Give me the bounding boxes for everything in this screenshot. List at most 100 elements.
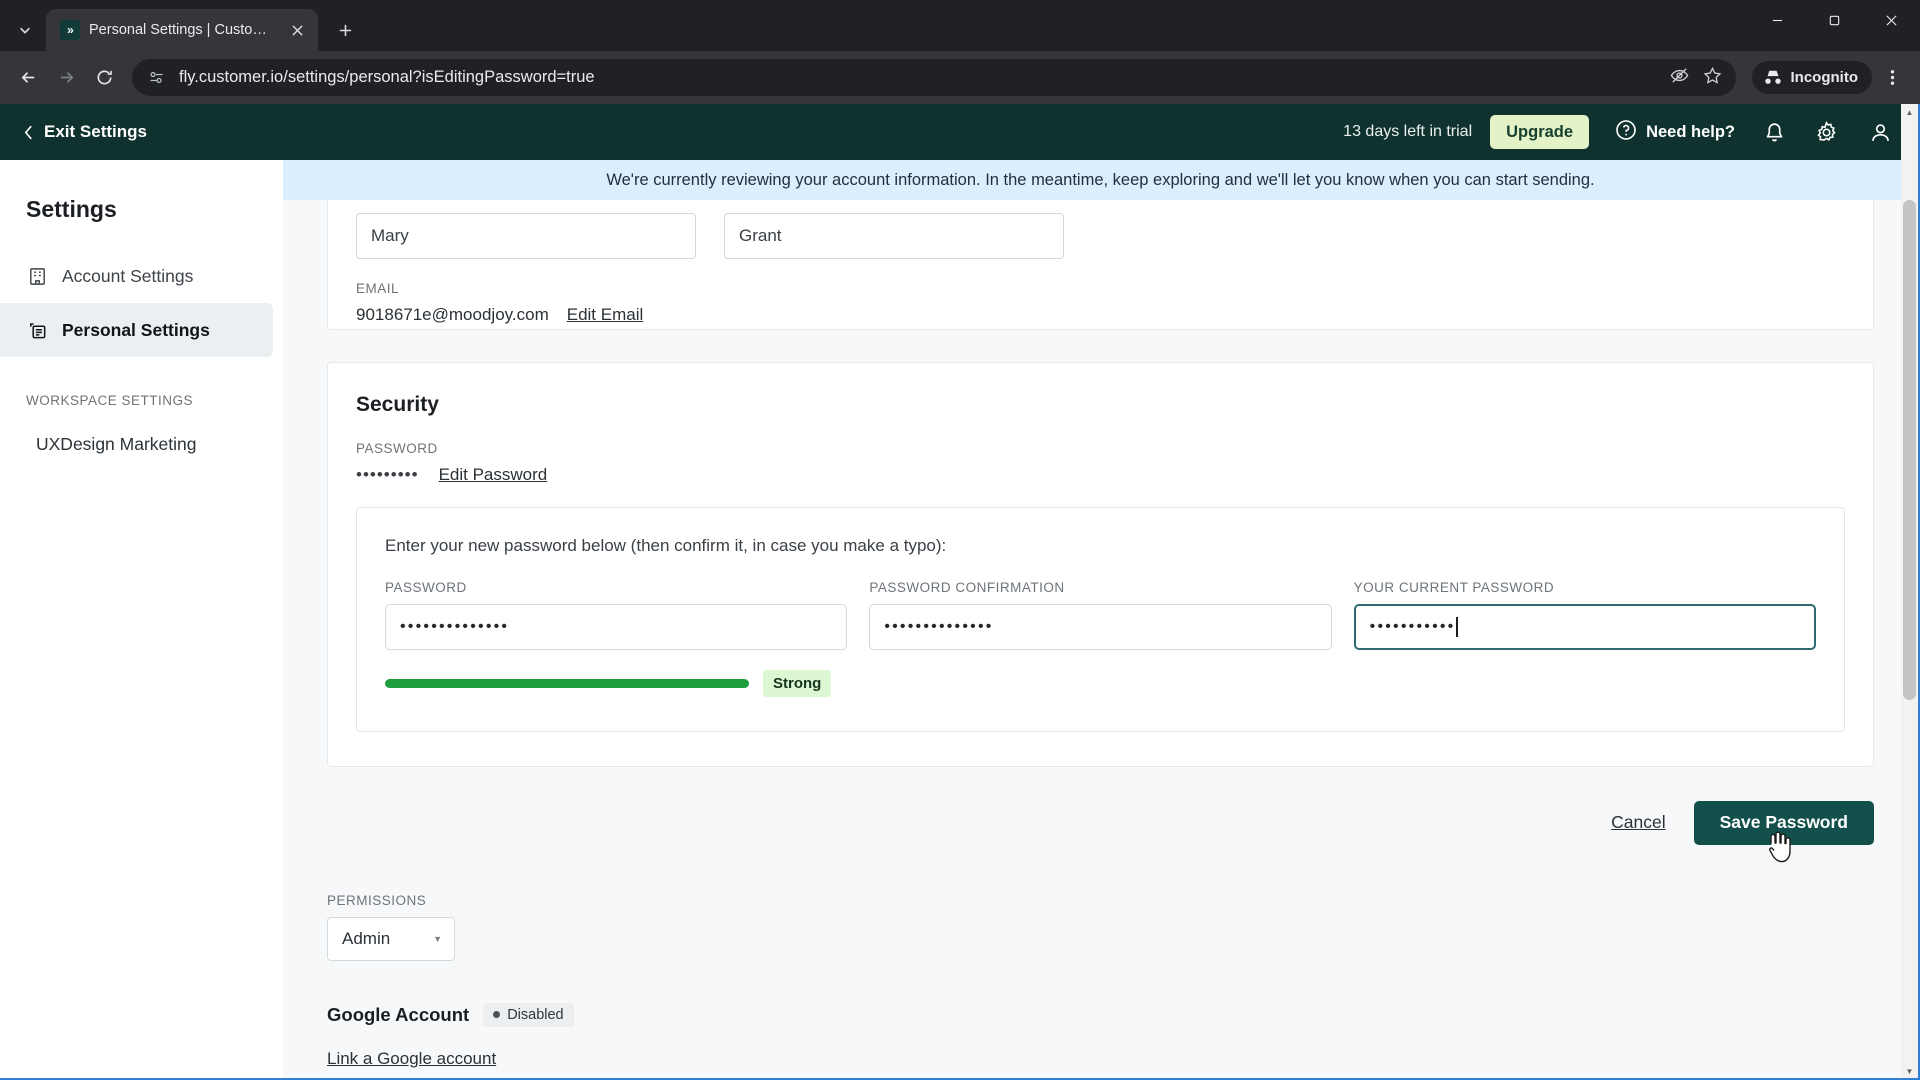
tab-title: Personal Settings | Customer.io bbox=[89, 22, 277, 38]
account-review-banner: We're currently reviewing your account i… bbox=[283, 160, 1918, 200]
password-edit-form: Enter your new password below (then conf… bbox=[356, 507, 1845, 732]
tracking-protection-icon[interactable] bbox=[1670, 66, 1689, 90]
page-scrollbar[interactable]: ▲ ▼ bbox=[1901, 104, 1918, 1078]
password-masked-value: ••••••••• bbox=[356, 465, 419, 484]
settings-sidebar: Settings Account Settings Personal Setti… bbox=[0, 160, 283, 1078]
email-row: 9018671e@moodjoy.com Edit Email bbox=[356, 305, 1845, 325]
exit-settings-button[interactable]: Exit Settings bbox=[24, 122, 147, 142]
exit-settings-label: Exit Settings bbox=[44, 122, 147, 141]
sidebar-item-label: Personal Settings bbox=[62, 319, 210, 340]
password-strength-row: Strong bbox=[385, 670, 1816, 697]
status-dot-icon bbox=[493, 1011, 501, 1018]
chevron-left-icon bbox=[24, 124, 34, 140]
window-controls bbox=[1749, 0, 1920, 51]
sidebar-item-account-settings[interactable]: Account Settings bbox=[0, 249, 273, 303]
permissions-select[interactable]: Admin ▼ bbox=[327, 916, 455, 961]
password-confirmation-label: PASSWORD CONFIRMATION bbox=[869, 580, 1065, 595]
upgrade-button[interactable]: Upgrade bbox=[1490, 114, 1590, 150]
back-icon[interactable] bbox=[10, 60, 46, 96]
page-viewport: Exit Settings 13 days left in trial Upgr… bbox=[0, 104, 1920, 1080]
scroll-area: Mary Grant EMAIL 9018671e@moodjoy.com Ed… bbox=[283, 160, 1918, 1079]
password-row: ••••••••• Edit Password bbox=[356, 465, 1845, 485]
banner-text: We're currently reviewing your account i… bbox=[606, 170, 1595, 189]
sidebar-item-label: Account Settings bbox=[62, 265, 194, 286]
app-body: Settings Account Settings Personal Setti… bbox=[0, 160, 1918, 1079]
scrollbar-thumb[interactable] bbox=[1903, 200, 1916, 700]
browser-menu-icon[interactable] bbox=[1874, 60, 1910, 96]
chevron-down-icon: ▼ bbox=[433, 933, 442, 944]
google-link-row: Link a Google account bbox=[327, 1049, 1918, 1069]
new-password-label: PASSWORD bbox=[385, 580, 467, 595]
google-account-status-badge: Disabled bbox=[483, 1002, 574, 1027]
email-label: EMAIL bbox=[356, 281, 400, 296]
link-google-account-link[interactable]: Link a Google account bbox=[327, 1049, 496, 1068]
question-mark-icon bbox=[1615, 119, 1637, 146]
sidebar-item-personal-settings[interactable]: Personal Settings bbox=[0, 303, 273, 357]
current-password-label: YOUR CURRENT PASSWORD bbox=[1353, 580, 1555, 595]
google-account-status-label: Disabled bbox=[507, 1006, 564, 1023]
sidebar-section-label: WORKSPACE SETTINGS bbox=[26, 393, 194, 408]
current-password-input[interactable]: ••••••••••• bbox=[1353, 604, 1816, 650]
bookmark-star-icon[interactable] bbox=[1703, 66, 1722, 90]
address-bar[interactable]: fly.customer.io/settings/personal?isEdit… bbox=[132, 59, 1736, 96]
current-password-value: ••••••••••• bbox=[1369, 618, 1456, 635]
close-icon[interactable] bbox=[286, 19, 308, 41]
form-actions: Cancel Save Password bbox=[283, 801, 1874, 845]
app-header: Exit Settings 13 days left in trial Upgr… bbox=[0, 104, 1918, 160]
password-label: PASSWORD bbox=[356, 441, 438, 456]
password-confirmation-input[interactable]: •••••••••••••• bbox=[869, 604, 1332, 650]
settings-gear-icon[interactable] bbox=[1814, 120, 1839, 145]
site-settings-icon[interactable] bbox=[147, 68, 166, 87]
first-name-input[interactable]: Mary bbox=[356, 213, 696, 259]
password-help-text: Enter your new password below (then conf… bbox=[385, 536, 947, 555]
permissions-label: PERMISSIONS bbox=[327, 892, 427, 908]
building-icon bbox=[26, 265, 48, 287]
user-avatar-icon[interactable] bbox=[1869, 121, 1892, 144]
text-caret bbox=[1456, 617, 1458, 637]
below-sections: PERMISSIONS Admin ▼ Google Account Disab… bbox=[283, 892, 1918, 1079]
customerio-favicon: » bbox=[60, 20, 80, 40]
new-password-input[interactable]: •••••••••••••• bbox=[385, 604, 848, 650]
incognito-label: Incognito bbox=[1790, 69, 1859, 86]
browser-toolbar: fly.customer.io/settings/personal?isEdit… bbox=[0, 51, 1920, 104]
email-value: 9018671e@moodjoy.com bbox=[356, 305, 549, 324]
security-card: Security PASSWORD ••••••••• Edit Passwor… bbox=[327, 362, 1874, 767]
maximize-icon[interactable] bbox=[1806, 0, 1863, 40]
password-strength-bar bbox=[385, 679, 749, 688]
password-fields-row: PASSWORD •••••••••••••• PASSWORD CONFIRM… bbox=[385, 580, 1816, 650]
edit-password-link[interactable]: Edit Password bbox=[439, 465, 548, 485]
browser-tab[interactable]: » Personal Settings | Customer.io bbox=[46, 9, 318, 51]
security-title: Security bbox=[356, 393, 439, 416]
url-text: fly.customer.io/settings/personal?isEdit… bbox=[179, 68, 595, 86]
browser-window: » Personal Settings | Customer.io fly.cu… bbox=[0, 0, 1920, 1080]
trial-status-text: 13 days left in trial bbox=[1343, 123, 1473, 140]
last-name-input[interactable]: Grant bbox=[724, 213, 1064, 259]
forward-icon[interactable] bbox=[48, 60, 84, 96]
password-strength-badge: Strong bbox=[763, 670, 832, 697]
scroll-down-arrow-icon[interactable]: ▼ bbox=[1901, 1063, 1918, 1078]
save-password-button[interactable]: Save Password bbox=[1693, 801, 1874, 845]
tab-search-icon[interactable] bbox=[8, 13, 42, 47]
cards-icon bbox=[26, 319, 48, 341]
google-account-title: Google Account bbox=[327, 1003, 470, 1025]
password-confirmation-field-group: PASSWORD CONFIRMATION •••••••••••••• bbox=[869, 580, 1332, 650]
need-help-button[interactable]: Need help? bbox=[1615, 119, 1735, 146]
scroll-up-arrow-icon[interactable]: ▲ bbox=[1901, 104, 1918, 121]
minimize-icon[interactable] bbox=[1749, 0, 1806, 40]
password-field-group: PASSWORD •••••••••••••• bbox=[385, 580, 848, 650]
need-help-label: Need help? bbox=[1646, 122, 1735, 141]
cancel-button[interactable]: Cancel bbox=[1611, 812, 1665, 833]
main-content: We're currently reviewing your account i… bbox=[283, 160, 1918, 1079]
browser-tab-strip: » Personal Settings | Customer.io bbox=[0, 0, 1920, 51]
new-tab-button[interactable] bbox=[328, 13, 362, 47]
permissions-selected-value: Admin bbox=[342, 928, 391, 948]
reload-icon[interactable] bbox=[86, 60, 122, 96]
google-account-heading: Google Account Disabled bbox=[327, 1002, 1918, 1027]
notifications-bell-icon[interactable] bbox=[1763, 121, 1786, 144]
sidebar-item-uxdesign-marketing[interactable]: UXDesign Marketing bbox=[0, 422, 283, 466]
edit-email-link[interactable]: Edit Email bbox=[567, 305, 644, 325]
current-password-field-group: YOUR CURRENT PASSWORD ••••••••••• bbox=[1353, 580, 1816, 650]
page-title: Settings bbox=[26, 196, 117, 222]
close-window-icon[interactable] bbox=[1863, 0, 1920, 40]
incognito-indicator[interactable]: Incognito bbox=[1751, 61, 1872, 94]
